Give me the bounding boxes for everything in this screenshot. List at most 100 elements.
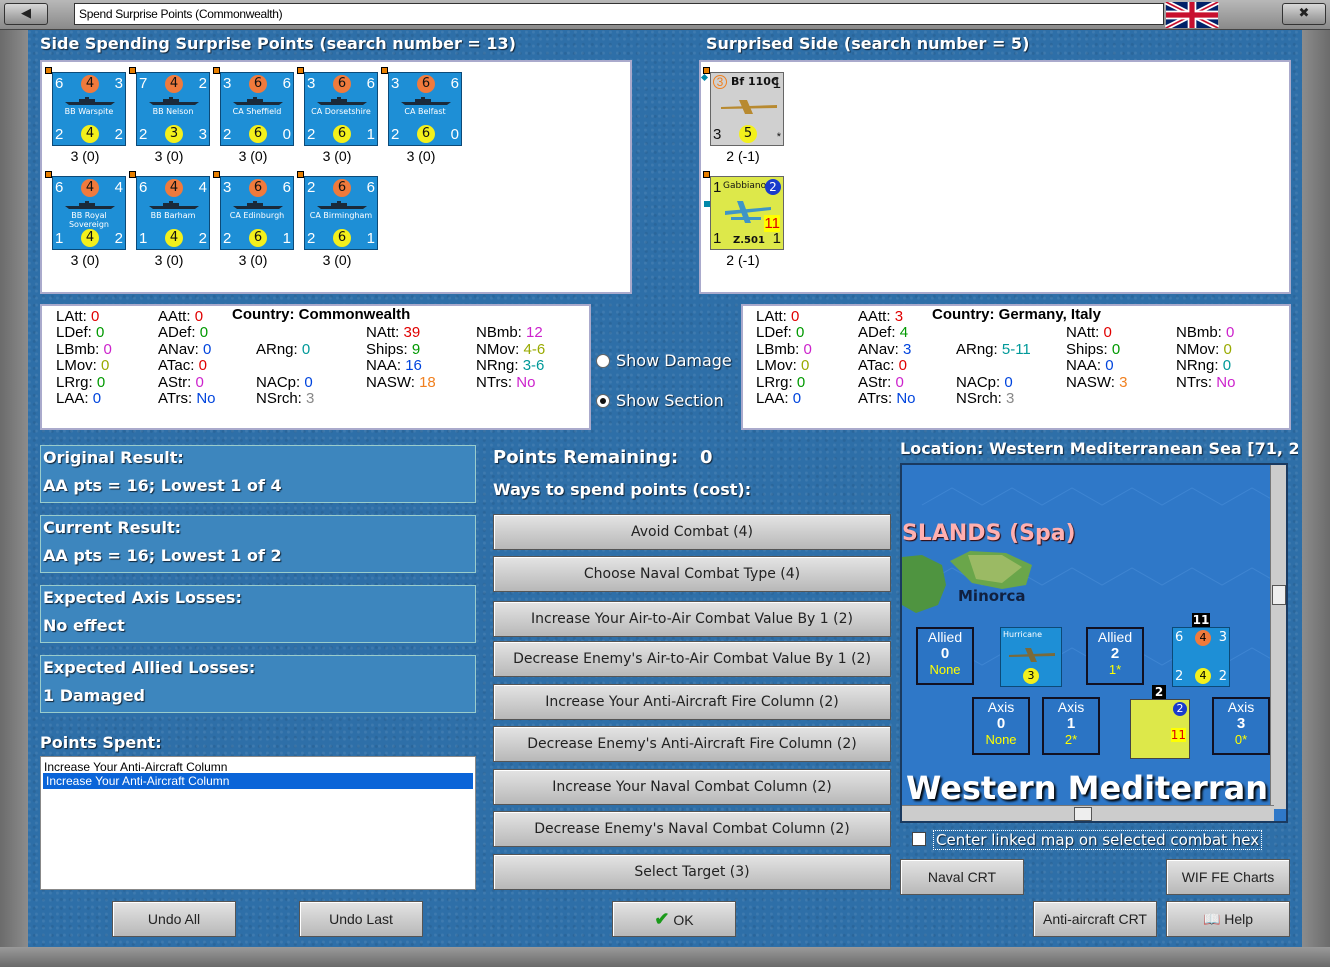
counter-value: 4 (81, 75, 99, 93)
unit-counter[interactable]: 7 4 2 BB Nelson 2 3 3 (129, 67, 210, 146)
combat-box-allied-0[interactable]: Allied 0 None (916, 627, 974, 685)
counter-value: 4 (81, 125, 99, 143)
stat-lrrg: LRrg: 0 (56, 373, 106, 391)
undo-last-button[interactable]: Undo Last (299, 901, 423, 937)
unit-value: 3 (0) (238, 252, 268, 268)
counter-value: 6 (333, 179, 351, 197)
counter-value: 4 (165, 75, 183, 93)
close-icon[interactable]: ✖ (1282, 3, 1326, 25)
unit-counter-bf110c[interactable]: 3 Bf 110C 1 3 5 * (700, 67, 784, 146)
ship-icon (233, 97, 283, 105)
show-damage-label[interactable]: Show Damage (616, 351, 732, 370)
unit-name: CA Edinburgh (229, 211, 285, 220)
unit-counter[interactable]: 3 6 6 CA Edinburgh 2 6 1 (213, 171, 294, 250)
counter-value: 6 (55, 179, 64, 196)
spend-option-button[interactable]: Decrease Enemy's Anti-Aircraft Fire Colu… (493, 726, 891, 762)
combat-box-axis-0[interactable]: Axis 0 None (972, 697, 1030, 755)
country-label: Country: Commonwealth (232, 306, 411, 323)
unit-counter[interactable]: 6 4 3 BB Warspite 2 4 2 (45, 67, 126, 146)
stat-laa: LAA: 0 (756, 390, 802, 407)
stack-count-badge: 11 (1192, 613, 1210, 627)
system-menu-button[interactable]: ◀ (4, 3, 48, 25)
window-title: Spend Surprise Points (Commonwealth) (74, 3, 1164, 25)
stat-natt: NAtt: 0 (1066, 324, 1112, 342)
stat-lbmb: LBmb: 0 (756, 340, 812, 358)
counter-value: 2 (139, 126, 148, 143)
current-result-box: Current Result: AA pts = 16; Lowest 1 of… (40, 515, 476, 573)
unit-counter[interactable]: 6 4 4 BB Royal Sovereign 1 4 2 (45, 171, 126, 250)
unit-value: 3 (0) (154, 148, 184, 164)
unit-value: 3 (0) (322, 148, 352, 164)
unit-value: 3 (0) (70, 252, 100, 268)
wif-fe-charts-button[interactable]: WIF FE Charts (1166, 859, 1290, 895)
spend-option-button[interactable]: Decrease Enemy's Air-to-Air Combat Value… (493, 641, 891, 677)
warspite-counter[interactable]: 6 4 3 2 4 2 (1172, 627, 1230, 687)
stack-count-badge: 2 (1152, 685, 1166, 699)
help-button[interactable]: 📖 Help (1166, 901, 1290, 937)
center-map-label[interactable]: Center linked map on selected combat hex (933, 830, 1263, 850)
unit-counter-gabbiano[interactable]: 1 Gabbiano 2 11 1 Z.501 1 (703, 171, 784, 250)
stat-astr: AStr: 0 (858, 373, 904, 391)
unit-counter[interactable]: 3 6 6 CA Sheffield 2 6 0 (213, 67, 294, 146)
selection-marker (45, 67, 52, 74)
list-item-selected[interactable]: Increase Your Anti-Aircraft Column (43, 773, 473, 789)
stat-nrng: NRng: 3-6 (476, 357, 545, 375)
stat-adef: ADef: 0 (158, 324, 209, 342)
points-remaining-value: 0 (700, 447, 713, 468)
stat-naa: NAA: 16 (366, 357, 422, 375)
combat-box-allied-2[interactable]: Allied 2 1* (1086, 627, 1144, 685)
spend-option-button[interactable]: Decrease Enemy's Naval Combat Column (2) (493, 811, 891, 847)
unit-value: 3 (0) (406, 148, 436, 164)
show-damage-radio[interactable] (596, 354, 610, 368)
counter-value: 2 (223, 126, 232, 143)
counter-value: 2 (223, 230, 232, 247)
show-section-radio[interactable] (596, 394, 610, 408)
help-book-icon: 📖 (1202, 911, 1221, 927)
list-item[interactable]: Increase Your Anti-Aircraft Column (41, 757, 475, 774)
window-bottom-border (0, 947, 1330, 967)
show-section-label[interactable]: Show Section (616, 391, 724, 410)
stat-nacp: NACp: 0 (256, 373, 313, 391)
counter-value: 3 (198, 126, 207, 143)
spend-option-button[interactable]: Avoid Combat (4) (493, 514, 891, 550)
stat-lbmb: LBmb: 0 (56, 340, 112, 358)
spend-option-button[interactable]: Choose Naval Combat Type (4) (493, 556, 891, 592)
combat-box-axis-3[interactable]: Axis 3 0* (1212, 697, 1270, 755)
counter-value: 2 (307, 126, 316, 143)
unit-counter[interactable]: 3 6 6 CA Dorsetshire 2 6 1 (297, 67, 378, 146)
counter-value: 6 (333, 75, 351, 93)
spend-option-button[interactable]: Increase Your Anti-Aircraft Fire Column … (493, 684, 891, 720)
selection-marker (129, 171, 136, 178)
stat-ldef: LDef: 0 (56, 324, 105, 342)
spend-option-button[interactable]: Select Target (3) (493, 854, 891, 890)
counter-value: 0 (450, 126, 459, 143)
linked-map[interactable]: SLANDS (Spa) Minorca Allied 0 None Hurri… (900, 463, 1288, 823)
stat-lrrg: LRrg: 0 (756, 373, 806, 391)
expected-allied-losses-box: Expected Allied Losses: 1 Damaged (40, 655, 476, 713)
stat-atrs: ATrs: No (158, 390, 216, 407)
anti-aircraft-crt-button[interactable]: Anti-aircraft CRT (1033, 901, 1157, 937)
ways-to-spend-label: Ways to spend points (cost): (493, 480, 752, 499)
gabbiano-map-counter[interactable]: 2 11 (1130, 699, 1190, 759)
spend-option-button[interactable]: Increase Your Naval Combat Column (2) (493, 769, 891, 805)
unit-counter[interactable]: 3 6 6 CA Belfast 2 6 0 (381, 67, 462, 146)
stat-ships: Ships: 9 (366, 340, 421, 358)
spend-option-button[interactable]: Increase Your Air-to-Air Combat Value By… (493, 601, 891, 637)
unit-value: 3 (0) (322, 252, 352, 268)
counter-value: 1 (139, 230, 148, 247)
unit-counter[interactable]: 6 4 4 BB Barham 1 4 2 (129, 171, 210, 250)
stat-nrng: NRng: 0 (1176, 357, 1232, 375)
naval-crt-button[interactable]: Naval CRT (900, 859, 1024, 895)
counter-value: 2 (307, 179, 316, 196)
ok-button[interactable]: ✔ OK (612, 901, 736, 937)
map-vertical-scrollbar[interactable] (1270, 465, 1286, 809)
map-horizontal-scrollbar[interactable] (902, 805, 1274, 821)
unit-counter[interactable]: 2 6 6 CA Birmingham 2 6 1 (297, 171, 378, 250)
hurricane-counter[interactable]: Hurricane 3 (1000, 627, 1062, 687)
unit-name: BB Barham (150, 211, 196, 220)
points-spent-list[interactable]: Increase Your Anti-Aircraft Column Incre… (40, 756, 476, 890)
undo-all-button[interactable]: Undo All (112, 901, 236, 937)
center-map-checkbox[interactable] (912, 832, 926, 846)
counter-value: 1 (366, 126, 375, 143)
combat-box-axis-1[interactable]: Axis 1 2* (1042, 697, 1100, 755)
